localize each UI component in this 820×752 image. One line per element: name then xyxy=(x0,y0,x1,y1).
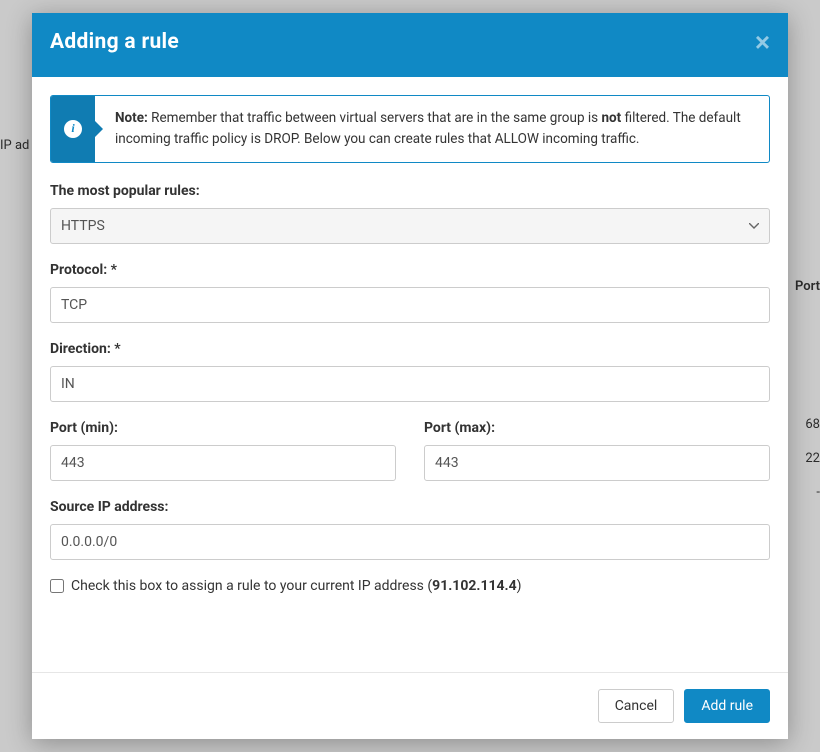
modal-body: i Note: Remember that traffic between vi… xyxy=(32,77,788,672)
field-popular-rules: The most popular rules: HTTPS xyxy=(50,183,770,244)
select-protocol[interactable]: TCP xyxy=(50,287,770,323)
modal-dialog: Adding a rule × i Note: Remember that tr… xyxy=(32,13,788,739)
field-port-min: Port (min): xyxy=(50,420,396,481)
cancel-button[interactable]: Cancel xyxy=(598,689,675,723)
label-source-ip: Source IP address: xyxy=(50,499,770,515)
input-source-ip[interactable] xyxy=(50,524,770,560)
info-icon: i xyxy=(64,120,82,138)
checkbox-text-after: ) xyxy=(517,578,522,594)
modal-footer: Cancel Add rule xyxy=(32,672,788,739)
info-note: i Note: Remember that traffic between vi… xyxy=(50,95,770,163)
input-port-min[interactable] xyxy=(50,445,396,481)
field-port-max: Port (max): xyxy=(424,420,770,481)
note-text: Note: Remember that traffic between virt… xyxy=(95,96,769,162)
note-seg-1: Remember that traffic between virtual se… xyxy=(148,110,602,126)
input-port-max[interactable] xyxy=(424,445,770,481)
label-port-max: Port (max): xyxy=(424,420,770,436)
field-direction: Direction: * IN xyxy=(50,341,770,402)
note-bold: not xyxy=(601,110,621,126)
checkbox-current-ip[interactable]: Check this box to assign a rule to your … xyxy=(50,578,770,594)
checkbox-ip: 91.102.114.4 xyxy=(432,578,516,594)
label-direction: Direction: * xyxy=(50,341,770,357)
select-direction[interactable]: IN xyxy=(50,366,770,402)
close-icon: × xyxy=(755,27,770,57)
checkbox-text: Check this box to assign a rule to your … xyxy=(71,578,522,594)
checkbox-text-before: Check this box to assign a rule to your … xyxy=(71,578,432,594)
field-protocol: Protocol: * TCP xyxy=(50,262,770,323)
add-rule-button[interactable]: Add rule xyxy=(684,689,770,723)
info-icon-wrap: i xyxy=(51,96,95,162)
label-port-min: Port (min): xyxy=(50,420,396,436)
checkbox-input[interactable] xyxy=(50,579,64,593)
modal-title: Adding a rule xyxy=(50,30,179,54)
label-popular-rules: The most popular rules: xyxy=(50,183,770,199)
close-button[interactable]: × xyxy=(755,29,770,55)
modal-overlay: Adding a rule × i Note: Remember that tr… xyxy=(0,0,820,752)
port-row: Port (min): Port (max): xyxy=(50,420,770,499)
field-source-ip: Source IP address: xyxy=(50,499,770,560)
note-label: Note: xyxy=(115,110,148,126)
select-popular-rules[interactable]: HTTPS xyxy=(50,208,770,244)
label-protocol: Protocol: * xyxy=(50,262,770,278)
modal-header: Adding a rule × xyxy=(32,13,788,77)
